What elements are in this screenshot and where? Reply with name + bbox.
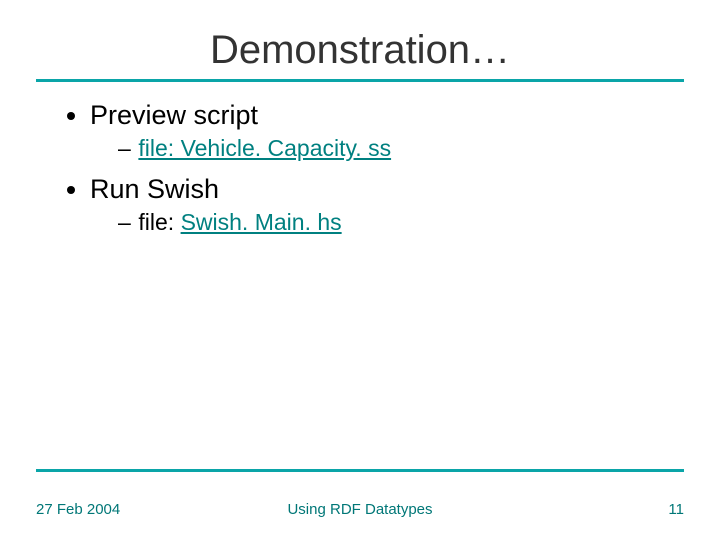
sub-list-2: – file: Swish. Main. hs (90, 209, 660, 236)
dash-icon: – (118, 135, 132, 162)
file-link-vehicle-capacity[interactable]: file: Vehicle. Capacity. ss (138, 135, 391, 161)
bullet-item-1: Preview script – file: Vehicle. Capacity… (90, 100, 660, 162)
dash-icon: – (118, 209, 132, 236)
file-link-swish-main[interactable]: Swish. Main. hs (181, 209, 342, 235)
bullet-text-2: Run Swish (90, 174, 219, 204)
sub-list-1: – file: Vehicle. Capacity. ss (90, 135, 660, 162)
bullet-item-2: Run Swish – file: Swish. Main. hs (90, 174, 660, 236)
bullet-list: Preview script – file: Vehicle. Capacity… (60, 100, 660, 236)
sub-item-2: – file: Swish. Main. hs (118, 209, 660, 236)
slide-title: Demonstration… (0, 0, 720, 79)
slide: Demonstration… Preview script – file: Ve… (0, 0, 720, 540)
footer-divider (36, 469, 684, 472)
slide-content: Preview script – file: Vehicle. Capacity… (0, 82, 720, 236)
footer-title: Using RDF Datatypes (36, 501, 684, 518)
file-prefix-2: file: (138, 209, 180, 235)
sub-item-1: – file: Vehicle. Capacity. ss (118, 135, 660, 162)
slide-number: 11 (668, 501, 684, 518)
bullet-text-1: Preview script (90, 100, 258, 130)
slide-footer: 27 Feb 2004 Using RDF Datatypes 11 (36, 492, 684, 524)
